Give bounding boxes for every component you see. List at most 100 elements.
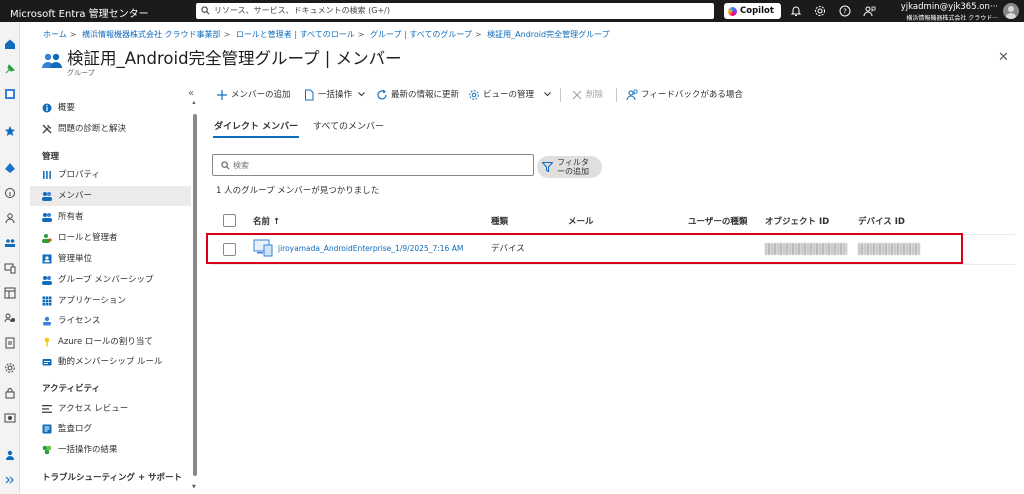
home-icon[interactable]	[4, 38, 16, 50]
nav-item-group-membership[interactable]: グループ メンバーシップ	[30, 270, 191, 290]
gear-icon[interactable]	[813, 4, 827, 18]
breadcrumb: ホーム > 横浜情報機器株式会社 クラウド事業部 > ロールと管理者 | すべてのロ…	[43, 30, 610, 39]
delete-button[interactable]: 削除	[571, 87, 607, 103]
breadcrumb-home[interactable]: ホーム	[43, 30, 67, 39]
user-icon[interactable]	[4, 212, 16, 224]
nav-item-azure-roles[interactable]: Azure ロールの割り当て	[30, 332, 191, 352]
add-members-button[interactable]: メンバーの追加	[216, 87, 296, 103]
breadcrumb-tenant[interactable]: 横浜情報機器株式会社 クラウド事業部	[82, 30, 221, 39]
feedback-icon	[626, 89, 638, 101]
nav-section-manage: 管理	[42, 152, 60, 162]
column-header-device-id[interactable]: デバイス ID	[858, 215, 905, 227]
gear-icon	[469, 90, 479, 100]
nav-label: メンバー	[58, 191, 93, 201]
column-header-object-id[interactable]: オブジェクト ID	[765, 215, 829, 227]
owners-icon	[42, 213, 52, 222]
nav-label: 概要	[58, 103, 76, 113]
nav-item-members[interactable]: メンバー	[30, 186, 191, 206]
info-circle-icon[interactable]	[4, 187, 16, 199]
bulk-operations-button[interactable]: 一括操作	[303, 87, 365, 103]
svg-text:?: ?	[843, 8, 847, 16]
account-tenant: 横浜情報機器株式会社 クラウド···	[906, 15, 998, 22]
account-info[interactable]: yjkadmin@yjk365.on··· 横浜情報機器株式会社 クラウド···	[880, 2, 998, 22]
nav-item-dynamic-rules[interactable]: 動的メンバーシップ ルール	[30, 352, 191, 372]
brand-title[interactable]: Microsoft Entra 管理センター	[10, 5, 149, 20]
account-user: yjkadmin@yjk365.on···	[900, 2, 998, 12]
nav-item-admin-units[interactable]: 管理単位	[30, 249, 191, 269]
left-rail	[0, 22, 20, 494]
avatar[interactable]	[1003, 3, 1019, 19]
breadcrumb-roles[interactable]: ロールと管理者 | すべてのロール	[236, 30, 355, 39]
nav-label: Azure ロールの割り当て	[58, 337, 153, 347]
applications-icon	[42, 296, 52, 306]
devices-icon[interactable]	[4, 262, 16, 274]
members-search-input[interactable]	[233, 158, 523, 172]
nav-item-access-review[interactable]: アクセス レビュー	[30, 399, 191, 419]
nav-label: 所有者	[58, 212, 84, 222]
apps-icon[interactable]	[4, 287, 16, 299]
admin-units-icon	[42, 254, 52, 264]
nav-item-overview[interactable]: 概要	[30, 98, 191, 118]
group-icon	[42, 53, 62, 68]
select-all-checkbox[interactable]	[223, 214, 236, 227]
feedback-button[interactable]: フィードバックがある場合	[626, 87, 750, 103]
breadcrumb-groups[interactable]: グループ | すべてのグループ	[370, 30, 472, 39]
identity-governance-icon[interactable]	[4, 412, 16, 424]
nav-item-applications[interactable]: アプリケーション	[30, 291, 191, 311]
star-icon[interactable]	[4, 125, 16, 137]
column-header-email[interactable]: メール	[568, 215, 594, 227]
settings-icon[interactable]	[4, 362, 16, 374]
entra-icon[interactable]	[4, 162, 16, 174]
scroll-down-icon[interactable]: ▼	[192, 484, 196, 490]
nav-item-diagnose[interactable]: 問題の診断と解決	[30, 119, 191, 139]
nav-item-properties[interactable]: プロパティ	[30, 165, 191, 185]
dashboard-icon[interactable]	[4, 88, 16, 100]
refresh-button[interactable]: 最新の情報に更新	[376, 87, 462, 103]
tab-direct-members[interactable]: ダイレクト メンバー	[214, 119, 298, 132]
help-icon[interactable]: ?	[838, 4, 852, 18]
group-membership-icon	[42, 276, 52, 285]
page-subtitle: グループ	[67, 69, 95, 77]
roles-icon	[42, 234, 52, 243]
close-button[interactable]: ✕	[998, 50, 1009, 65]
column-header-user-type[interactable]: ユーザーの種類	[688, 215, 747, 227]
active-tab-indicator	[213, 136, 299, 138]
nav-item-roles[interactable]: ロールと管理者	[30, 228, 191, 248]
properties-icon	[43, 171, 51, 179]
table-row-divider	[210, 264, 1015, 265]
breadcrumb-group[interactable]: 検証用_Android完全管理グループ	[487, 30, 609, 39]
nav-item-bulk-results[interactable]: 一括操作の結果	[30, 440, 191, 460]
nav-item-licenses[interactable]: ライセンス	[30, 311, 191, 331]
nav-item-owners[interactable]: 所有者	[30, 207, 191, 227]
nav-scrollbar[interactable]	[192, 104, 198, 476]
top-bar: Microsoft Entra 管理センター リソース、サービス、ドキュメントの…	[0, 0, 1024, 22]
feedback-icon[interactable]	[862, 4, 876, 18]
roles-admin-icon[interactable]	[4, 312, 16, 324]
tab-all-members[interactable]: すべてのメンバー	[313, 119, 384, 132]
billing-icon[interactable]	[4, 337, 16, 349]
nav-label: 監査ログ	[58, 424, 93, 434]
expand-rail-icon[interactable]	[4, 474, 16, 486]
add-filter-button[interactable]: フィルタ ーの追加	[537, 156, 602, 178]
groups-icon[interactable]	[4, 237, 16, 249]
nav-label: 動的メンバーシップ ルール	[58, 357, 163, 367]
nav-label: 一括操作の結果	[58, 445, 118, 455]
bulk-results-icon	[42, 445, 52, 455]
column-header-name[interactable]: 名前 ↑	[253, 215, 280, 227]
copilot-button[interactable]: Copilot	[724, 3, 781, 19]
column-header-type[interactable]: 種類	[491, 215, 508, 227]
person-learn-icon[interactable]	[4, 449, 16, 461]
pin-icon[interactable]	[4, 63, 16, 75]
close-icon	[572, 90, 582, 100]
bell-icon[interactable]	[789, 4, 803, 18]
manage-view-button[interactable]: ビューの管理	[468, 87, 551, 103]
search-icon	[221, 161, 230, 170]
lock-icon[interactable]	[4, 387, 16, 399]
document-icon	[305, 89, 314, 101]
members-search-box	[212, 154, 534, 176]
global-search-input[interactable]: リソース、サービス、ドキュメントの検索 (G+/)	[196, 3, 714, 19]
filter-icon	[542, 162, 553, 172]
more-options-button[interactable]: ···	[372, 48, 383, 62]
nav-label: 問題の診断と解決	[58, 124, 127, 134]
nav-item-audit-log[interactable]: 監査ログ	[30, 419, 191, 439]
